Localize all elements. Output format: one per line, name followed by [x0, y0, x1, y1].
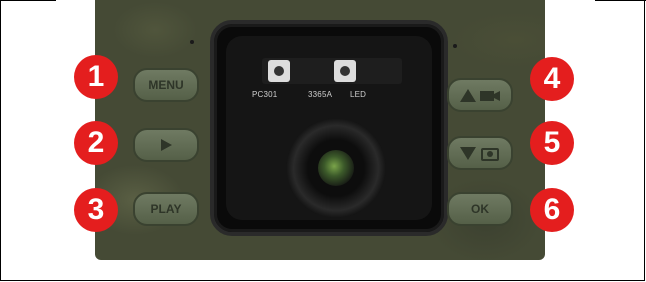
indicator-dot-left [190, 40, 194, 44]
indicator-dot-right [453, 44, 457, 48]
lens-panel-inner: PC301 3365A LED [226, 36, 432, 220]
pcb-label-right: LED [350, 90, 367, 99]
callout-2: 2 [74, 121, 118, 165]
camera-lens [286, 118, 386, 218]
pcb-label-mid: 3365A [308, 90, 333, 99]
top-border-right [595, 0, 646, 1]
up-triangle-video-icon [460, 89, 500, 102]
play-triangle-icon [161, 139, 172, 151]
pir-sensor-left [268, 60, 290, 82]
lens-panel: PC301 3365A LED [210, 20, 448, 236]
light-sensor-right [334, 60, 356, 82]
callout-1: 1 [74, 55, 118, 99]
sensor-strip [262, 58, 402, 84]
pcb-label-left: PC301 [252, 90, 278, 99]
play-button[interactable]: PLAY [133, 192, 199, 226]
callout-4: 4 [530, 57, 574, 101]
callout-3: 3 [74, 188, 118, 232]
right-button[interactable] [133, 128, 199, 162]
camera-body: PC301 3365A LED MENU PLAY OK [95, 0, 545, 260]
menu-button[interactable]: MENU [133, 68, 199, 102]
down-button[interactable] [447, 136, 513, 170]
callout-5: 5 [530, 121, 574, 165]
up-button[interactable] [447, 78, 513, 112]
ok-button[interactable]: OK [447, 192, 513, 226]
down-triangle-camera-icon [460, 147, 499, 161]
top-border-left [0, 0, 56, 1]
callout-6: 6 [530, 188, 574, 232]
lens-glass [318, 150, 354, 186]
